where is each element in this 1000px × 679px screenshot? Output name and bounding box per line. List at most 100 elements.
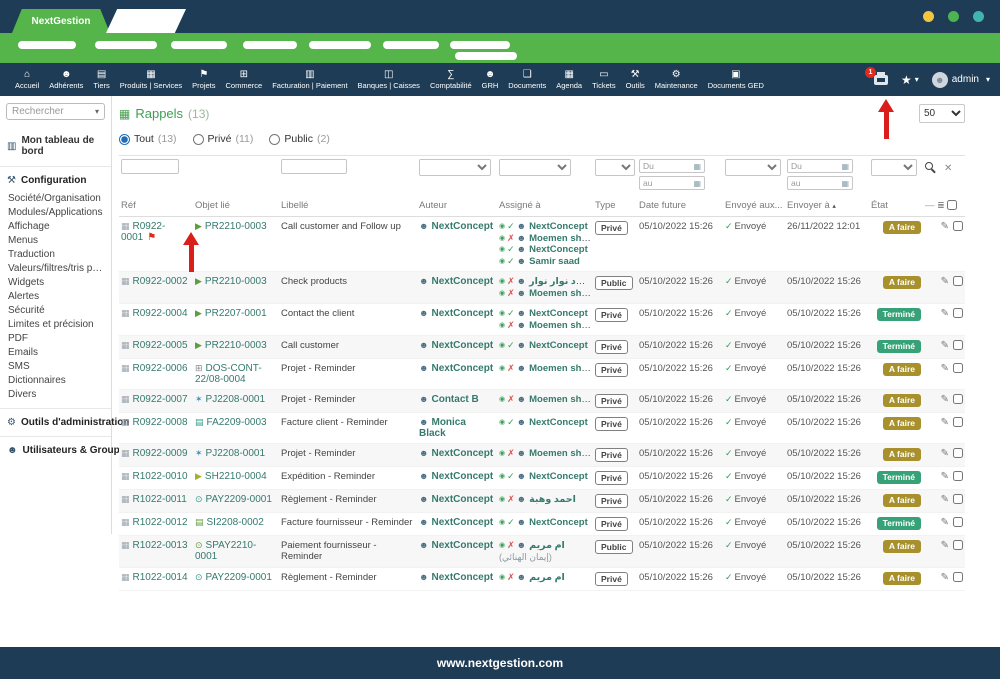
edit-icon[interactable]: ✎ bbox=[941, 494, 949, 505]
sidebar-item-soci-t-organisation[interactable]: Société/Organisation bbox=[0, 191, 111, 205]
edit-icon[interactable]: ✎ bbox=[941, 308, 949, 319]
author-link[interactable]: NextConcept bbox=[431, 308, 493, 319]
edit-icon[interactable]: ✎ bbox=[941, 363, 949, 374]
radio-public[interactable]: Public(2) bbox=[269, 133, 329, 145]
menu-item-accueil[interactable]: ⌂Accueil bbox=[10, 63, 44, 96]
object-link[interactable]: PAY2209-0001 bbox=[206, 572, 272, 583]
assignee-link[interactable]: احمد وهبة bbox=[529, 494, 576, 505]
window-button-3[interactable] bbox=[973, 11, 984, 22]
footer-link[interactable]: www.nextgestion.com bbox=[437, 656, 563, 670]
ref-link[interactable]: R0922-0002 bbox=[133, 276, 188, 287]
menu-item-produits-services[interactable]: ▦Produits | Services bbox=[115, 63, 187, 96]
assignee-link[interactable]: Moemen shehata bbox=[529, 448, 591, 459]
author-link[interactable]: NextConcept bbox=[431, 572, 493, 583]
menu-item-projets[interactable]: ⚑Projets bbox=[187, 63, 220, 96]
redacted-menu-item[interactable] bbox=[95, 41, 157, 49]
menu-item-tiers[interactable]: ▤Tiers bbox=[88, 63, 114, 96]
sidebar-item-valeurs-filtres-tris-par-d-f[interactable]: Valeurs/filtres/tris par déf... bbox=[0, 261, 111, 275]
sidebar-item-pdf[interactable]: PDF bbox=[0, 331, 111, 345]
search-input[interactable]: Rechercher ▾ bbox=[6, 103, 105, 120]
col-header-send-at[interactable]: Envoyer à ▴ bbox=[785, 196, 869, 217]
menu-item-maintenance[interactable]: ⚙Maintenance bbox=[650, 63, 703, 96]
filter-type-select[interactable] bbox=[595, 159, 635, 176]
ref-link[interactable]: R0922-0008 bbox=[133, 417, 188, 428]
ref-link[interactable]: R0922-0005 bbox=[133, 340, 188, 351]
edit-icon[interactable]: ✎ bbox=[941, 394, 949, 405]
radio-tout[interactable]: Tout(13) bbox=[119, 133, 177, 145]
filter-sent-select[interactable] bbox=[725, 159, 781, 176]
ref-link[interactable]: R1022-0010 bbox=[133, 471, 188, 482]
assignee-link[interactable]: احمد مسعود نوار نوار bbox=[529, 276, 591, 287]
row-checkbox[interactable] bbox=[953, 363, 963, 373]
menu-item-commerce[interactable]: ⊞Commerce bbox=[221, 63, 268, 96]
assignee-link[interactable]: ام مريم bbox=[529, 572, 565, 583]
radio-input[interactable] bbox=[269, 134, 280, 145]
favorites-menu[interactable]: ★ ▾ bbox=[901, 73, 919, 87]
search-icon[interactable] bbox=[925, 162, 937, 174]
assignee-link[interactable]: ام مريم bbox=[529, 540, 565, 551]
row-checkbox[interactable] bbox=[953, 276, 963, 286]
ref-link[interactable]: R1022-0012 bbox=[133, 517, 188, 528]
sidebar-section-configuration[interactable]: ⚒ Configuration bbox=[0, 167, 111, 190]
edit-icon[interactable]: ✎ bbox=[941, 221, 949, 232]
filter-date-future-from[interactable]: Du ▦ bbox=[639, 159, 705, 173]
menu-item-grh[interactable]: ☻GRH bbox=[477, 63, 504, 96]
assignee-link[interactable]: NextConcept bbox=[529, 221, 588, 232]
redacted-menu-item[interactable] bbox=[455, 52, 517, 60]
author-link[interactable]: Contact B bbox=[431, 394, 478, 405]
filter-send-at-to[interactable]: au ▦ bbox=[787, 176, 853, 190]
ref-link[interactable]: R1022-0014 bbox=[133, 572, 188, 583]
row-checkbox[interactable] bbox=[953, 540, 963, 550]
menu-item-outils[interactable]: ⚒Outils bbox=[621, 63, 650, 96]
row-checkbox[interactable] bbox=[953, 417, 963, 427]
col-header-sent-to[interactable]: Envoyé aux... bbox=[723, 196, 785, 217]
col-header-author[interactable]: Auteur bbox=[417, 196, 497, 217]
ref-link[interactable]: R0922-0006 bbox=[133, 363, 188, 374]
menu-item-comptabilit[interactable]: ∑Comptabilité bbox=[425, 63, 477, 96]
assignee-link[interactable]: Samir saad bbox=[529, 256, 580, 267]
sidebar-item-s-curit[interactable]: Sécurité bbox=[0, 303, 111, 317]
row-checkbox[interactable] bbox=[953, 221, 963, 231]
filter-state-select[interactable] bbox=[871, 159, 917, 176]
sidebar-item-affichage[interactable]: Affichage bbox=[0, 219, 111, 233]
filter-assignee-select[interactable] bbox=[499, 159, 571, 176]
filter-author-select[interactable] bbox=[419, 159, 491, 176]
radio-input[interactable] bbox=[119, 134, 130, 145]
sidebar-item-dictionnaires[interactable]: Dictionnaires bbox=[0, 373, 111, 387]
assignee-link[interactable]: NextConcept bbox=[529, 340, 588, 351]
assignee-link[interactable]: NextConcept bbox=[529, 308, 588, 319]
menu-item-tickets[interactable]: ▭Tickets bbox=[587, 63, 620, 96]
col-header-ref[interactable]: Réf bbox=[119, 196, 193, 217]
menu-item-adh-rents[interactable]: ☻Adhérents bbox=[44, 63, 88, 96]
assignee-link[interactable]: Moemen shehata bbox=[529, 363, 591, 374]
object-link[interactable]: PAY2209-0001 bbox=[206, 494, 272, 505]
col-header-state[interactable]: État bbox=[869, 196, 923, 217]
author-link[interactable]: NextConcept bbox=[431, 517, 493, 528]
edit-icon[interactable]: ✎ bbox=[941, 471, 949, 482]
object-link[interactable]: PR2207-0001 bbox=[205, 308, 267, 319]
menu-item-documents-ged[interactable]: ▣Documents GED bbox=[703, 63, 769, 96]
assignee-link[interactable]: NextConcept bbox=[529, 244, 588, 255]
clear-filter-icon[interactable]: ✕ bbox=[944, 163, 952, 174]
filter-ref-input[interactable] bbox=[121, 159, 179, 174]
menu-item-facturation-paiement[interactable]: ▥Facturation | Paiement bbox=[267, 63, 352, 96]
window-button-1[interactable] bbox=[923, 11, 934, 22]
edit-icon[interactable]: ✎ bbox=[941, 340, 949, 351]
edit-icon[interactable]: ✎ bbox=[941, 448, 949, 459]
sidebar-item-divers[interactable]: Divers bbox=[0, 387, 111, 401]
author-link[interactable]: NextConcept bbox=[431, 494, 493, 505]
ref-link[interactable]: R1022-0011 bbox=[133, 494, 187, 505]
redacted-menu-item[interactable] bbox=[383, 41, 439, 49]
author-link[interactable]: NextConcept bbox=[431, 540, 493, 551]
radio-priv[interactable]: Privé(11) bbox=[193, 133, 254, 145]
author-link[interactable]: NextConcept bbox=[431, 448, 493, 459]
edit-icon[interactable]: ✎ bbox=[941, 417, 949, 428]
object-link[interactable]: SPAY2210-0001 bbox=[195, 540, 256, 562]
row-checkbox[interactable] bbox=[953, 494, 963, 504]
sidebar-item-dashboard[interactable]: ▥ Mon tableau de bord bbox=[0, 126, 111, 167]
sidebar-item-emails[interactable]: Emails bbox=[0, 345, 111, 359]
row-checkbox[interactable] bbox=[953, 340, 963, 350]
edit-icon[interactable]: ✎ bbox=[941, 517, 949, 528]
sidebar-item-alertes[interactable]: Alertes bbox=[0, 289, 111, 303]
object-link[interactable]: PR2210-0003 bbox=[205, 221, 267, 232]
